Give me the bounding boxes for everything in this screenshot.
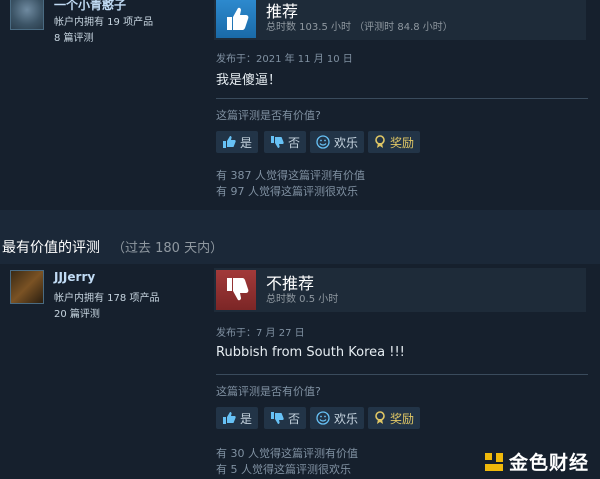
- vote-yes-button[interactable]: 是: [216, 131, 259, 153]
- author-products[interactable]: 帐户内拥有 178 项产品: [54, 289, 159, 304]
- vote-funny-label: 欢乐: [334, 411, 359, 426]
- watermark: 金色财经: [483, 448, 589, 475]
- vote-no-button[interactable]: 否: [264, 407, 307, 429]
- thumbs-up-icon: [216, 0, 256, 38]
- vote-funny-button[interactable]: 欢乐: [310, 131, 365, 153]
- watermark-text: 金色财经: [509, 452, 590, 474]
- vote-header[interactable]: 推荐 总时数 103.5 小时 （评测时 84.8 小时）: [214, 0, 586, 40]
- vote-funny-button[interactable]: 欢乐: [310, 407, 365, 429]
- section-title: 最有价值的评测: [2, 240, 100, 256]
- author-review-count[interactable]: 8 篇评测: [54, 29, 94, 44]
- thumbs-up-icon: [223, 412, 236, 424]
- author-review-count[interactable]: 20 篇评测: [54, 305, 100, 320]
- helpful-question: 这篇评测是否有价值?: [216, 385, 321, 398]
- award-button[interactable]: 奖励: [368, 131, 421, 153]
- vote-funny-label: 欢乐: [334, 135, 359, 150]
- vote-yes-label: 是: [240, 135, 253, 150]
- review-card: 一个小青憨子 帐户内拥有 19 项产品 8 篇评测 推荐 总时数 103.5 小…: [0, 0, 600, 210]
- smiley-icon: [316, 411, 330, 425]
- section-heading: 最有价值的评测 （过去 180 天内）: [2, 237, 223, 257]
- review-content: Rubbish from South Korea !!!: [216, 345, 405, 360]
- vote-no-label: 否: [288, 135, 301, 150]
- smiley-icon: [316, 135, 330, 149]
- vote-yes-button[interactable]: 是: [216, 407, 259, 429]
- author-name[interactable]: 一个小青憨子: [54, 0, 126, 13]
- helpful-question: 这篇评测是否有价值?: [216, 109, 321, 122]
- thumbs-up-icon: [223, 136, 236, 148]
- thumbs-down-icon: [271, 136, 284, 148]
- review-card: JJJerry 帐户内拥有 178 项产品 20 篇评测 不推荐 总时数 0.5…: [0, 264, 600, 479]
- award-label: 奖励: [390, 135, 415, 150]
- funny-count: 有 5 人觉得这篇评测很欢乐: [216, 463, 351, 476]
- review-content: 我是傻逼！: [216, 73, 282, 88]
- playtime: 总时数 103.5 小时 （评测时 84.8 小时）: [266, 22, 453, 33]
- vote-no-label: 否: [288, 411, 301, 426]
- watermark-logo-icon: [485, 452, 503, 471]
- author-products[interactable]: 帐户内拥有 19 项产品: [54, 13, 153, 28]
- avatar[interactable]: [10, 270, 44, 304]
- vote-header[interactable]: 不推荐 总时数 0.5 小时: [214, 268, 586, 312]
- playtime: 总时数 0.5 小时: [266, 294, 339, 305]
- divider: [216, 98, 588, 99]
- award-icon: [375, 135, 385, 148]
- helpful-count: 有 387 人觉得这篇评测有价值: [216, 169, 365, 182]
- thumbs-down-icon: [216, 270, 256, 310]
- avatar[interactable]: [10, 0, 44, 30]
- award-label: 奖励: [390, 411, 415, 426]
- author-name[interactable]: JJJerry: [54, 270, 95, 284]
- funny-count: 有 97 人觉得这篇评测很欢乐: [216, 185, 358, 198]
- helpful-count: 有 30 人觉得这篇评测有价值: [216, 447, 358, 460]
- posted-date: 发布于：2021 年 11 月 10 日: [216, 54, 353, 65]
- section-subtitle: （过去 180 天内）: [112, 241, 224, 256]
- posted-date: 发布于：7 月 27 日: [216, 328, 305, 339]
- vote-yes-label: 是: [240, 411, 253, 426]
- divider: [216, 374, 588, 375]
- award-button[interactable]: 奖励: [368, 407, 421, 429]
- award-icon: [375, 411, 385, 424]
- vote-no-button[interactable]: 否: [264, 131, 307, 153]
- thumbs-down-icon: [271, 412, 284, 424]
